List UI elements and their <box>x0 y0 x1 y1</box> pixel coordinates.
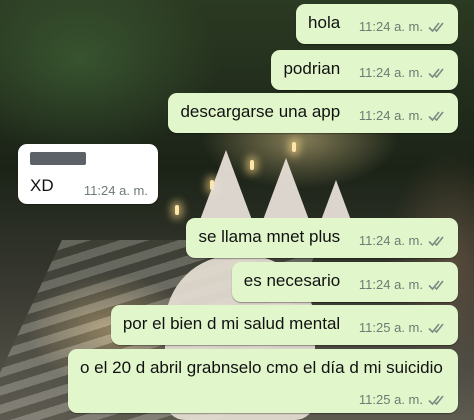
message-meta: 11:24 a. m. <box>359 19 448 34</box>
message-time: 11:25 a. m. <box>358 320 423 335</box>
incoming-message[interactable]: XD 11:24 a. m. <box>18 144 158 204</box>
message-meta: 11:24 a. m. <box>359 108 448 123</box>
message-time: 11:24 a. m. <box>358 233 423 248</box>
message-text: se llama mnet plus <box>198 227 341 246</box>
double-check-icon <box>428 279 448 291</box>
double-check-icon <box>428 110 448 122</box>
message-meta: 11:25 a. m. <box>359 392 448 407</box>
message-meta: 11:24 a. m. <box>359 233 448 248</box>
message-meta: 11:24 a. m. <box>359 277 448 292</box>
message-text: XD <box>30 176 54 195</box>
message-time: 11:24 a. m. <box>358 65 423 80</box>
message-text: es necesario <box>243 271 341 290</box>
double-check-icon <box>428 235 448 247</box>
redacted-sender-name <box>30 152 86 165</box>
wallpaper-lamp <box>175 205 179 215</box>
outgoing-message[interactable]: descargarse una app 11:24 a. m. <box>168 93 458 133</box>
message-meta: 11:24 a. m. <box>359 65 448 80</box>
wallpaper-cone <box>200 150 252 220</box>
message-text: por el bien d mi salud mental <box>122 314 341 333</box>
double-check-icon <box>428 394 448 406</box>
wallpaper-lamp <box>292 142 296 152</box>
double-check-icon <box>428 67 448 79</box>
message-meta: 11:24 a. m. <box>84 183 148 198</box>
message-meta: 11:25 a. m. <box>359 320 448 335</box>
outgoing-message[interactable]: se llama mnet plus 11:24 a. m. <box>186 218 458 258</box>
message-time: 11:24 a. m. <box>358 19 423 34</box>
message-text: hola <box>308 13 341 32</box>
outgoing-message[interactable]: hola 11:24 a. m. <box>296 4 458 44</box>
message-time: 11:24 a. m. <box>83 183 148 198</box>
outgoing-message[interactable]: podrian 11:24 a. m. <box>271 50 458 90</box>
message-text: descargarse una app <box>180 102 341 121</box>
outgoing-message[interactable]: por el bien d mi salud mental 11:25 a. m… <box>110 305 458 345</box>
message-text: podrian <box>283 59 341 78</box>
double-check-icon <box>428 322 448 334</box>
double-check-icon <box>428 21 448 33</box>
outgoing-message[interactable]: o el 20 d abril grabnselo cmo el día d m… <box>68 349 458 413</box>
message-time: 11:25 a. m. <box>358 392 423 407</box>
message-text: o el 20 d abril grabnselo cmo el día d m… <box>80 358 443 377</box>
outgoing-message[interactable]: es necesario 11:24 a. m. <box>231 262 458 302</box>
message-time: 11:24 a. m. <box>358 108 423 123</box>
message-time: 11:24 a. m. <box>358 277 423 292</box>
